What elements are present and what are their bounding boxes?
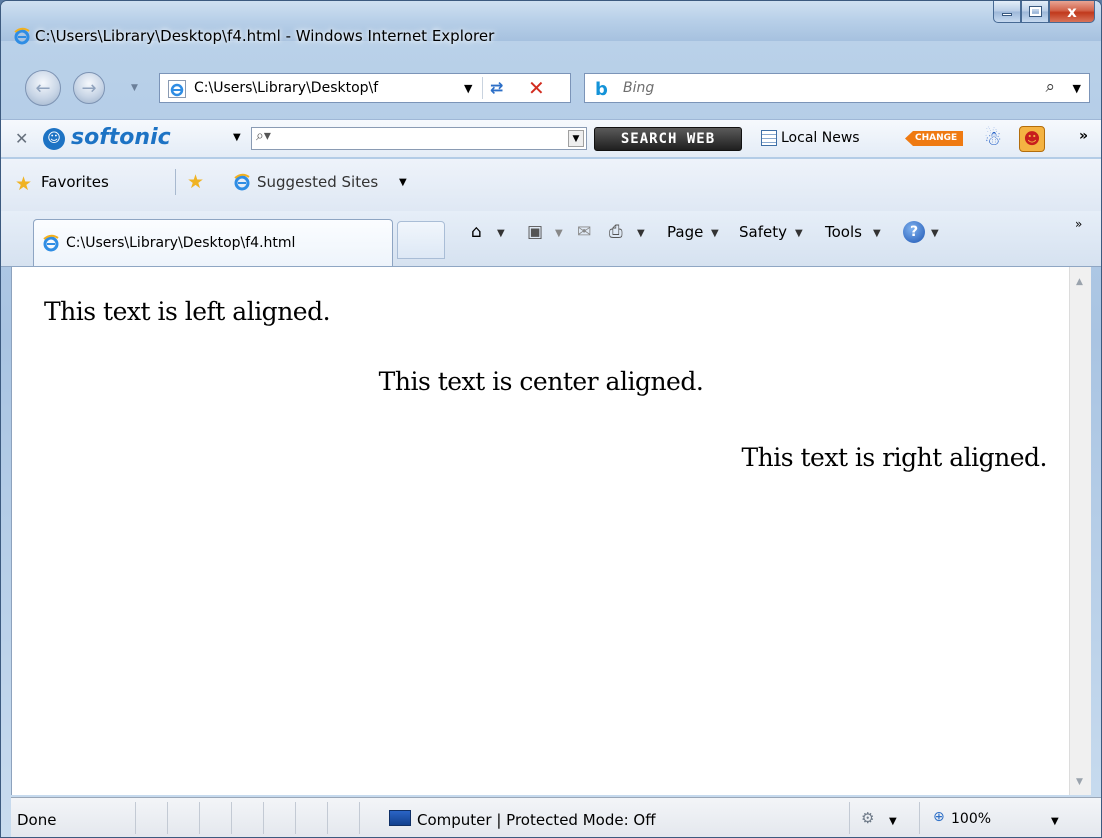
page-menu[interactable]: Page — [667, 223, 703, 241]
tools-menu[interactable]: Tools — [825, 223, 862, 241]
status-divider — [359, 802, 360, 834]
maximize-icon — [1028, 6, 1042, 17]
softonic-search-dropdown[interactable]: ▼ — [568, 130, 584, 147]
back-arrow-icon: ← — [35, 77, 51, 99]
title-bar[interactable]: C:\Users\Library\Desktop\f4.html - Windo… — [1, 1, 1101, 45]
recent-pages-dropdown[interactable]: ▼ — [131, 83, 138, 93]
page-content: This text is left aligned. This text is … — [11, 267, 1069, 795]
maximize-button[interactable] — [1021, 1, 1049, 23]
home-dropdown-icon[interactable]: ▼ — [497, 228, 505, 239]
magnifier-icon: ⌕▾ — [256, 128, 271, 144]
address-dropdown-icon[interactable]: ▼ — [464, 82, 472, 95]
status-divider — [295, 802, 296, 834]
address-separator — [482, 77, 483, 99]
game-character-icon[interactable]: ☻ — [1019, 126, 1045, 152]
suggested-sites-ie-icon — [234, 173, 250, 191]
softonic-menu-dropdown[interactable]: ▼ — [233, 132, 241, 143]
tab-ie-icon — [43, 234, 59, 252]
new-tab-button[interactable] — [397, 221, 445, 259]
change-badge[interactable]: CHANGE — [905, 131, 964, 146]
status-divider — [135, 802, 136, 834]
zoom-dropdown-icon[interactable]: ▼ — [1051, 816, 1059, 827]
softonic-logo[interactable]: softonic — [71, 125, 171, 150]
scroll-down-icon[interactable]: ▼ — [1076, 777, 1083, 787]
add-favorites-icon[interactable]: ★ — [187, 171, 204, 193]
stop-icon[interactable]: ✕ — [528, 76, 545, 100]
command-bar-chevron-icon[interactable]: » — [1075, 217, 1082, 231]
favorites-separator — [175, 169, 176, 195]
popup-blocker-dropdown-icon[interactable]: ▼ — [889, 816, 897, 827]
tools-dropdown-icon[interactable]: ▼ — [873, 228, 881, 239]
page-dropdown-icon[interactable]: ▼ — [711, 228, 719, 239]
search-web-button[interactable]: SEARCH WEB — [594, 127, 742, 151]
status-divider — [849, 802, 850, 834]
more-chevron-icon[interactable]: » — [1079, 128, 1088, 144]
help-dropdown-icon[interactable]: ▼ — [931, 228, 939, 239]
search-icon[interactable]: ⌕ — [1045, 77, 1055, 97]
softonic-search-input[interactable]: ⌕▾ ▼ — [251, 127, 587, 150]
zoom-icon[interactable]: ⊕ — [933, 809, 945, 825]
feeds-dropdown-icon[interactable]: ▼ — [555, 228, 563, 239]
print-icon[interactable]: ⎙ — [609, 222, 623, 242]
popup-blocker-icon[interactable]: ⚙ — [861, 809, 874, 827]
status-divider — [327, 802, 328, 834]
status-divider — [167, 802, 168, 834]
close-button[interactable]: x — [1049, 1, 1095, 23]
center-aligned-paragraph: This text is center aligned. — [378, 367, 704, 396]
favorites-button[interactable]: Favorites — [41, 173, 109, 191]
forward-arrow-icon: → — [81, 77, 97, 99]
suggested-sites-link[interactable]: Suggested Sites — [257, 173, 378, 191]
print-dropdown-icon[interactable]: ▼ — [637, 228, 645, 239]
bing-icon: b — [595, 79, 608, 100]
vertical-scrollbar[interactable]: ▲ ▼ — [1069, 267, 1091, 795]
safety-menu[interactable]: Safety — [739, 223, 787, 241]
status-divider — [919, 802, 920, 834]
softonic-logo-icon: ☺ — [43, 128, 65, 150]
safety-dropdown-icon[interactable]: ▼ — [795, 228, 803, 239]
navigation-bar: ← → ▼ C:\Users\Library\Desktop\f ▼ ⇄ ✕ b… — [1, 67, 1101, 117]
window-title: C:\Users\Library\Desktop\f4.html - Windo… — [35, 27, 495, 45]
suggested-sites-dropdown-icon[interactable]: ▼ — [399, 177, 407, 188]
favorites-star-icon: ★ — [15, 173, 33, 195]
minimize-icon — [1002, 13, 1012, 16]
tab-command-bar: C:\Users\Library\Desktop\f4.html ⌂ ▼ ▣ ▼… — [1, 211, 1101, 267]
zoom-level[interactable]: 100% — [951, 811, 991, 827]
feeds-icon[interactable]: ▣ — [527, 222, 543, 242]
forward-button[interactable]: → — [73, 72, 105, 104]
local-news-link[interactable]: Local News — [781, 130, 860, 146]
address-bar[interactable]: C:\Users\Library\Desktop\f ▼ ⇄ ✕ — [159, 73, 571, 103]
status-bar: Done Computer | Protected Mode: Off ⚙ ▼ … — [11, 797, 1101, 837]
scroll-up-icon[interactable]: ▲ — [1076, 277, 1083, 287]
search-box[interactable]: b Bing ⌕ ▼ — [584, 73, 1090, 103]
favorites-bar: ★ Favorites ★ Suggested Sites ▼ — [1, 159, 1101, 211]
tab-active[interactable]: C:\Users\Library\Desktop\f4.html — [33, 219, 393, 266]
mail-icon[interactable]: ✉ — [577, 222, 591, 242]
back-button[interactable]: ← — [25, 70, 61, 106]
status-text: Done — [17, 811, 57, 829]
caption-buttons: x — [993, 1, 1095, 23]
ie-logo-icon — [14, 27, 30, 45]
softonic-toolbar: ✕ ☺ softonic ▼ ⌕▾ ▼ SEARCH WEB Local New… — [1, 119, 1101, 157]
search-options-dropdown[interactable]: ▼ — [1073, 82, 1081, 95]
games-icon[interactable]: ☃ — [984, 128, 1010, 148]
tab-title: C:\Users\Library\Desktop\f4.html — [66, 235, 296, 251]
address-url: C:\Users\Library\Desktop\f — [194, 80, 379, 96]
computer-zone-icon — [389, 810, 411, 826]
right-aligned-paragraph: This text is right aligned. — [741, 443, 1047, 472]
refresh-icon[interactable]: ⇄ — [490, 78, 503, 97]
help-icon[interactable]: ? — [903, 221, 925, 243]
close-icon: x — [1067, 2, 1077, 21]
ie-window: C:\Users\Library\Desktop\f4.html - Windo… — [0, 0, 1102, 838]
left-aligned-paragraph: This text is left aligned. — [44, 297, 331, 326]
status-divider — [231, 802, 232, 834]
home-icon[interactable]: ⌂ — [471, 222, 482, 242]
search-placeholder: Bing — [623, 80, 655, 96]
minimize-button[interactable] — [993, 1, 1021, 23]
close-toolbar-icon[interactable]: ✕ — [15, 129, 28, 148]
news-icon — [761, 130, 777, 146]
page-ie-icon — [168, 80, 186, 98]
status-divider — [199, 802, 200, 834]
status-divider — [263, 802, 264, 834]
security-zone-text[interactable]: Computer | Protected Mode: Off — [417, 811, 656, 829]
